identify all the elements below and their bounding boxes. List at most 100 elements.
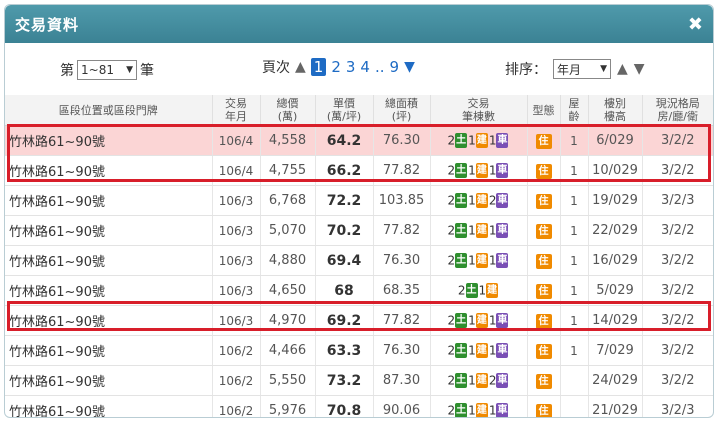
table-row[interactable]: 竹林路61~90號 106/3 5,070 70.2 77.82 2土 1建 1車住 1 22/0… (5, 215, 713, 246)
close-icon[interactable]: ✖ (688, 14, 703, 35)
sort-asc-icon[interactable]: ▲ (617, 61, 628, 77)
column-header-line: 齡 (568, 110, 580, 123)
column-header: 交易 筆棟數 (429, 95, 527, 126)
building-chip-icon: 建 (475, 193, 488, 208)
parking-chip-icon: 車 (496, 403, 509, 417)
type-cell: 住 (526, 275, 560, 306)
table-row[interactable]: 竹林路61~90號 106/4 4,755 66.2 77.82 2土 1建 1車住 1 10/0… (5, 155, 713, 186)
layout-cell: 3/2/2 (641, 365, 713, 396)
parking-count: 1 (488, 253, 497, 268)
table-row[interactable]: 竹林路61~90號 106/3 6,768 72.2 103.85 2土 1建 2車住 1 19/… (5, 185, 713, 216)
page-next-icon[interactable]: ▼ (404, 59, 415, 75)
dialog-titlebar: 交易資料 ✖ (5, 5, 713, 43)
address-cell: 竹林路61~90號 (5, 395, 212, 417)
transaction-count-cell: 2土 1建 (429, 275, 527, 306)
parking-count: 1 (488, 223, 497, 238)
residential-icon: 住 (535, 163, 552, 179)
building-count: 1 (468, 163, 476, 178)
page-prev-icon[interactable]: ▲ (295, 59, 306, 75)
year-month-cell: 106/4 (211, 155, 260, 186)
unit-price-cell: 69.4 (314, 245, 373, 276)
table-row[interactable]: 竹林路61~90號 106/4 4,558 64.2 76.30 2土 1建 1車住 1 6/02… (5, 125, 713, 156)
unit-price-cell: 72.2 (314, 185, 373, 216)
building-count: 1 (468, 193, 476, 208)
table-row[interactable]: 竹林路61~90號 106/3 4,970 69.2 77.82 2土 1建 1車住 1 14/0… (5, 305, 713, 336)
building-count: 1 (478, 283, 487, 298)
land-chip-icon: 土 (455, 223, 468, 238)
residential-icon: 住 (535, 313, 552, 329)
table-row[interactable]: 竹林路61~90號 106/2 5,976 70.8 90.06 2土 1建 1車住 21/02… (5, 395, 713, 418)
transaction-count-cell: 2土 1建 1車 (429, 155, 527, 186)
area-cell: 77.82 (372, 215, 430, 246)
page-link-last[interactable]: 9 (390, 58, 400, 76)
range-select[interactable]: 1~81 ▼ (77, 60, 137, 80)
sort-desc-icon[interactable]: ▼ (634, 61, 645, 77)
layout-cell: 3/2/2 (641, 335, 713, 366)
layout-cell: 3/2/2 (641, 215, 713, 246)
page-link-1[interactable]: 1 (310, 58, 327, 76)
area-cell: 77.82 (372, 305, 430, 336)
floor-cell: 5/029 (587, 275, 642, 306)
parking-count: 1 (488, 403, 497, 418)
land-chip-icon: 土 (455, 313, 468, 328)
unit-price-cell: 63.3 (314, 335, 373, 366)
page-link-3[interactable]: 3 (346, 58, 356, 76)
column-header: 交易 年月 (211, 95, 260, 126)
year-month-cell: 106/2 (211, 395, 260, 417)
building-age-cell: 1 (559, 305, 588, 336)
parking-chip-icon: 車 (496, 133, 509, 148)
building-count: 1 (468, 313, 476, 328)
type-cell: 住 (526, 335, 560, 366)
column-header-line: 交易 (467, 97, 490, 110)
total-price-cell: 4,650 (259, 275, 315, 306)
range-suffix: 筆 (140, 63, 154, 79)
building-age-cell: 1 (559, 155, 588, 186)
column-header: 現況格局 房/廳/衛 (641, 95, 713, 126)
total-price-cell: 4,558 (259, 125, 315, 156)
total-price-cell: 4,466 (259, 335, 315, 366)
unit-price-cell: 73.2 (314, 365, 373, 396)
address-cell: 竹林路61~90號 (5, 365, 212, 396)
total-price-cell: 5,550 (259, 365, 315, 396)
land-chip-icon: 土 (455, 163, 468, 178)
land-count: 2 (457, 283, 466, 298)
table-row[interactable]: 竹林路61~90號 106/2 5,550 73.2 87.30 2土 1建 2車住 24/02… (5, 365, 713, 396)
transaction-count-cell: 2土 1建 1車 (429, 125, 527, 156)
sort-label: 排序： (505, 62, 547, 78)
transaction-count-cell: 2土 1建 1車 (429, 305, 527, 336)
parking-count: 2 (488, 373, 497, 388)
column-header-line: (萬) (277, 110, 298, 123)
table-body: 竹林路61~90號 106/4 4,558 64.2 76.30 2土 1建 1車住 1 6/02… (5, 125, 713, 418)
table-row[interactable]: 竹林路61~90號 106/2 4,466 63.3 76.30 2土 1建 1車住 1 7/02… (5, 335, 713, 366)
table-row[interactable]: 竹林路61~90號 106/3 4,880 69.4 76.30 2土 1建 1車住 1 16/0… (5, 245, 713, 276)
building-age-cell (559, 365, 588, 396)
chevron-down-icon: ▼ (126, 65, 133, 75)
sort-select[interactable]: 年月 ▼ (553, 59, 611, 79)
type-cell: 住 (526, 125, 560, 156)
table-row[interactable]: 竹林路61~90號 106/3 4,650 68 68.35 2土 1建住 1 5/029 3/2… (5, 275, 713, 306)
parking-count: 2 (488, 193, 497, 208)
building-count: 1 (468, 223, 476, 238)
building-age-cell: 1 (559, 335, 588, 366)
year-month-cell: 106/3 (211, 305, 260, 336)
column-header-line: 屋 (568, 97, 580, 110)
building-chip-icon: 建 (475, 313, 488, 328)
year-month-cell: 106/3 (211, 275, 260, 306)
land-chip-icon: 土 (455, 253, 468, 268)
building-chip-icon: 建 (475, 223, 488, 238)
residential-icon: 住 (535, 133, 552, 149)
pagination: 頁次 ▲ 1 2 3 4 .. 9 ▼ (262, 57, 415, 77)
layout-cell: 3/2/2 (641, 125, 713, 156)
address-cell: 竹林路61~90號 (5, 335, 212, 366)
residential-icon: 住 (535, 253, 552, 269)
column-header-line: (萬/坪) (326, 110, 362, 123)
address-cell: 竹林路61~90號 (5, 305, 212, 336)
parking-count: 1 (488, 313, 497, 328)
page-link-4[interactable]: 4 (360, 58, 370, 76)
total-price-cell: 6,768 (259, 185, 315, 216)
building-age-cell: 1 (559, 245, 588, 276)
parking-chip-icon: 車 (496, 163, 509, 178)
page-link-2[interactable]: 2 (331, 58, 341, 76)
layout-cell: 3/2/2 (641, 155, 713, 186)
floor-cell: 16/029 (587, 245, 642, 276)
